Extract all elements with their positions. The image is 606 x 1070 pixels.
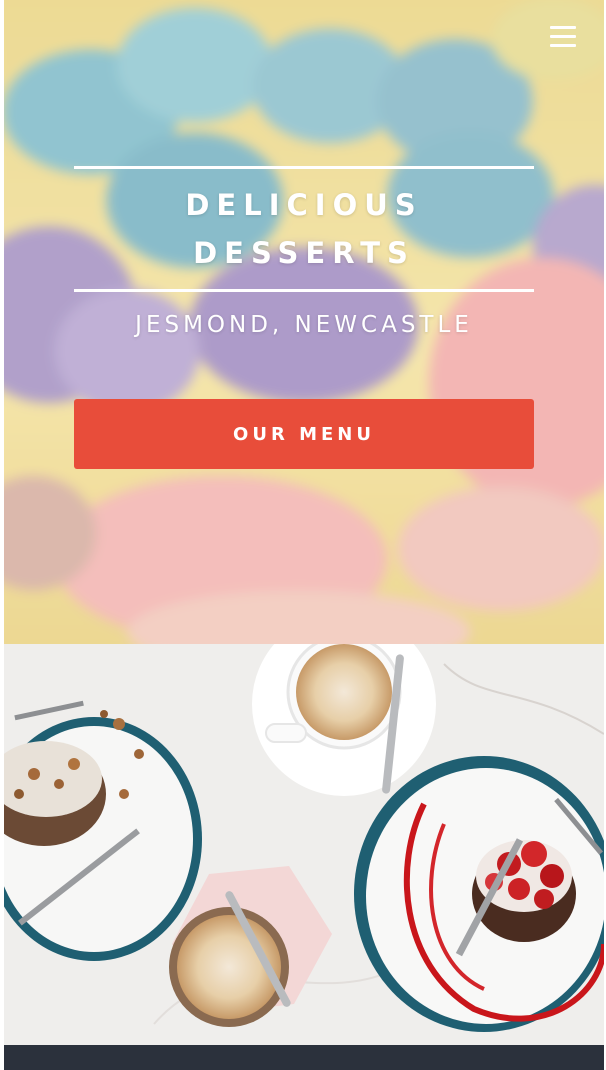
footer-bar <box>4 1045 604 1070</box>
our-menu-button[interactable]: OUR MENU <box>74 399 534 469</box>
title-block: DELICIOUS DESSERTS <box>74 166 534 292</box>
dessert-photo <box>4 644 604 1046</box>
location-subtitle: JESMOND, NEWCASTLE <box>135 312 473 338</box>
hero-section: DELICIOUS DESSERTS JESMOND, NEWCASTLE OUR… <box>4 0 604 644</box>
title-line-2: DESSERTS <box>193 236 415 270</box>
page: DELICIOUS DESSERTS JESMOND, NEWCASTLE OUR… <box>4 0 604 1070</box>
hamburger-menu-icon[interactable] <box>550 26 576 48</box>
title-line-1: DELICIOUS <box>185 188 423 222</box>
page-title: DELICIOUS DESSERTS <box>74 169 534 289</box>
title-bottom-rule <box>74 289 534 292</box>
dessert-photo-illustration <box>4 644 604 1046</box>
